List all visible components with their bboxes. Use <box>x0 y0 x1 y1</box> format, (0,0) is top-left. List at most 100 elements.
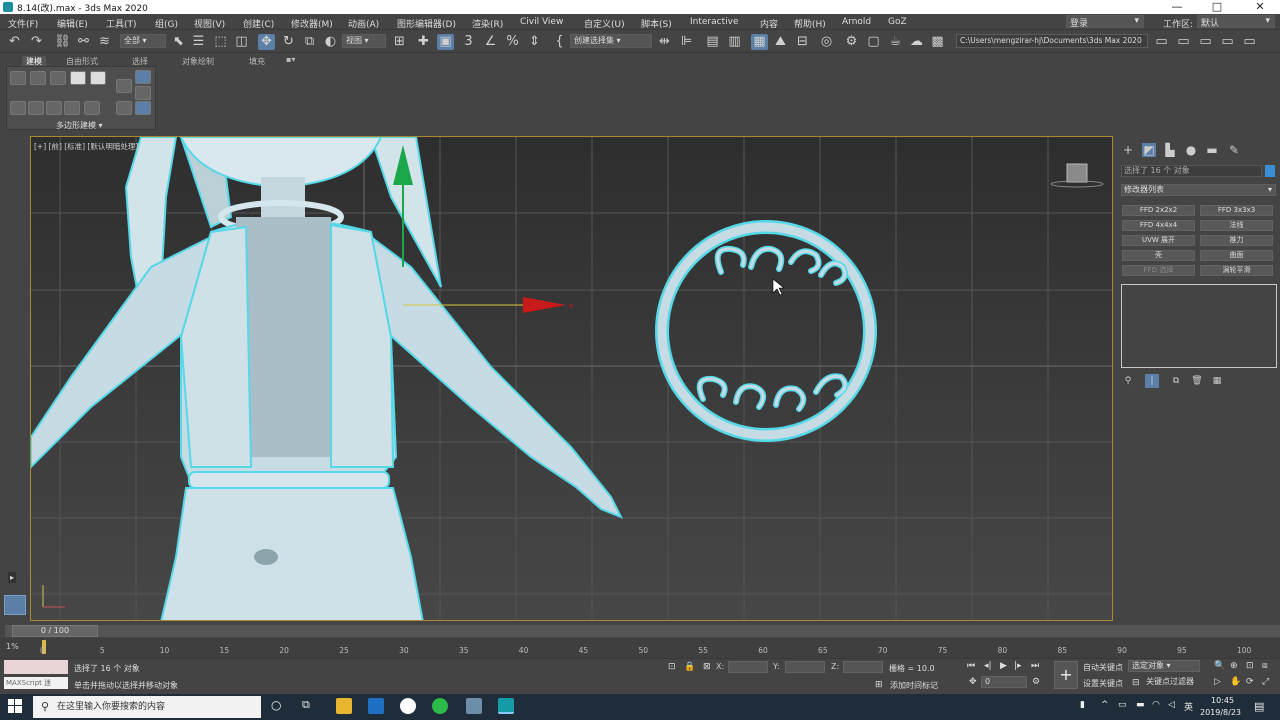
menu-scripting[interactable]: 脚本(S) <box>641 17 672 30</box>
time-config-icon[interactable]: ⚙ <box>1032 677 1040 687</box>
ribbon-tool-icon[interactable] <box>84 101 100 115</box>
unlink-icon[interactable]: ⚯ <box>75 34 92 50</box>
undo-icon[interactable]: ↶ <box>6 34 23 50</box>
menu-edit[interactable]: 编辑(E) <box>57 17 88 30</box>
edge-mode-icon[interactable] <box>30 71 46 85</box>
volume-icon[interactable]: ◁ <box>1168 700 1175 710</box>
utilities-tab-icon[interactable]: ✎ <box>1227 143 1241 157</box>
set-key-button[interactable]: + <box>1054 661 1078 689</box>
ribbon-tool-icon[interactable] <box>28 101 44 115</box>
key-filters-button[interactable]: 关键点过滤器 <box>1142 676 1200 688</box>
align-icon[interactable]: ⊫ <box>678 34 695 50</box>
render-iterative-icon[interactable]: ☁ <box>908 34 925 50</box>
layer-explorer-icon[interactable]: ▥ <box>726 34 743 50</box>
edit-named-selection-icon[interactable]: { <box>551 34 568 50</box>
scene-explorer-icon[interactable]: ▤ <box>704 34 721 50</box>
spinner-snap-icon[interactable]: ⇕ <box>526 34 543 50</box>
remove-modifier-icon[interactable]: 🗑 <box>1190 374 1204 388</box>
modifier-button[interactable]: FFD 2x2x2 <box>1122 205 1195 216</box>
menu-modifiers[interactable]: 修改器(M) <box>291 17 333 30</box>
select-and-scale-icon[interactable]: ⧉ <box>301 34 318 50</box>
tray-app-icon[interactable]: ▮ <box>1080 700 1085 710</box>
modifier-button[interactable]: 涡轮平滑 <box>1200 265 1273 276</box>
menu-content[interactable]: 内容 <box>760 17 778 30</box>
x-coordinate-field[interactable] <box>728 661 768 673</box>
menu-civil-view[interactable]: Civil View <box>520 17 563 27</box>
browser-icon[interactable] <box>400 698 416 714</box>
maxscript-listener-input[interactable] <box>4 660 68 674</box>
go-to-start-icon[interactable]: ⏮ <box>967 661 975 671</box>
keyboard-shortcut-override-icon[interactable]: ▣ <box>437 34 454 50</box>
ribbon-tool-icon[interactable] <box>116 101 132 115</box>
border-mode-icon[interactable] <box>50 71 66 85</box>
viewport-label[interactable]: [+] [前] [标准] [默认明暗处理] <box>34 141 138 152</box>
vertex-mode-icon[interactable] <box>10 71 26 85</box>
select-object-icon[interactable]: ⬉ <box>170 34 187 50</box>
ribbon-tool-icon[interactable] <box>135 101 151 115</box>
menu-arnold[interactable]: Arnold <box>842 17 871 27</box>
next-frame-icon[interactable]: |▸ <box>1014 661 1022 671</box>
modifier-button[interactable]: FFD 3x3x3 <box>1200 205 1273 216</box>
orbit-icon[interactable]: ⟳ <box>1246 677 1254 687</box>
zoom-extents-all-icon[interactable]: ⧈ <box>1262 661 1268 671</box>
hierarchy-tab-icon[interactable]: ▙ <box>1163 143 1177 157</box>
snap-toggle-icon[interactable]: 3 <box>460 34 477 50</box>
ribbon-tool-icon[interactable] <box>10 101 26 115</box>
redo-icon[interactable]: ↷ <box>28 34 45 50</box>
add-time-tag-button[interactable]: 添加时间标记 <box>890 680 938 691</box>
ribbon-tool-icon[interactable] <box>116 79 132 93</box>
archive-icon[interactable]: ▭ <box>1219 34 1236 50</box>
project-folder-path[interactable]: C:\Users\mengzirar-hj\Documents\3ds Max … <box>956 34 1148 48</box>
menu-view[interactable]: 视图(V) <box>194 17 225 30</box>
open-folder-icon[interactable]: ▭ <box>1175 34 1192 50</box>
menu-file[interactable]: 文件(F) <box>8 17 38 30</box>
notifications-icon[interactable]: ▤ <box>1254 700 1264 713</box>
workspace-dropdown[interactable]: 默认 ▾ <box>1197 15 1275 29</box>
menu-tools[interactable]: 工具(T) <box>106 17 137 30</box>
object-color-swatch[interactable] <box>1265 165 1275 177</box>
window-crossing-icon[interactable]: ◫ <box>233 34 250 50</box>
curve-editor-icon[interactable]: ⛰ <box>772 34 789 50</box>
polygon-mode-icon[interactable] <box>70 71 86 85</box>
select-and-move-icon[interactable]: ✥ <box>258 34 275 50</box>
3ds-max-taskbar-icon[interactable] <box>498 698 514 714</box>
zoom-all-icon[interactable]: ⊕ <box>1230 661 1238 671</box>
bind-space-warp-icon[interactable]: ≋ <box>96 34 113 50</box>
file-explorer-icon[interactable] <box>336 698 352 714</box>
ribbon-tab-populate[interactable]: 填充 <box>249 56 265 67</box>
wifi-icon[interactable]: ◠ <box>1152 700 1160 710</box>
network-icon[interactable]: ▭ <box>1118 700 1127 710</box>
select-by-name-icon[interactable]: ☰ <box>190 34 207 50</box>
modifier-button[interactable]: 法线 <box>1200 220 1273 231</box>
go-to-end-icon[interactable]: ⏭ <box>1031 661 1039 671</box>
clock-time[interactable]: 10:45 <box>1211 696 1234 705</box>
modify-tab-icon[interactable]: ◩ <box>1142 143 1156 157</box>
ribbon-tab-object-paint[interactable]: 对象绘制 <box>182 56 214 67</box>
ribbon-tool-icon[interactable] <box>46 101 62 115</box>
time-slider[interactable] <box>5 625 1280 637</box>
menu-graph-editors[interactable]: 图形编辑器(D) <box>397 17 456 30</box>
y-coordinate-field[interactable] <box>785 661 825 673</box>
menu-interactive[interactable]: Interactive <box>690 17 738 27</box>
pivot-center-icon[interactable]: ⊞ <box>391 34 408 50</box>
element-mode-icon[interactable] <box>90 71 106 85</box>
maximize-viewport-icon[interactable]: ⤢ <box>1262 677 1269 687</box>
maxscript-listener-label[interactable]: MAXScript 迷 <box>4 677 68 689</box>
menu-animation[interactable]: 动画(A) <box>348 17 379 30</box>
ribbon-toggle-icon[interactable]: ▦ <box>751 34 768 50</box>
percent-snap-icon[interactable]: % <box>504 34 521 50</box>
menu-goz[interactable]: GoZ <box>888 17 907 27</box>
select-and-rotate-icon[interactable]: ↻ <box>280 34 297 50</box>
ime-indicator[interactable]: 英 <box>1184 700 1193 713</box>
modifier-button[interactable]: 壳 <box>1122 250 1195 261</box>
menu-rendering[interactable]: 渲染(R) <box>472 17 503 30</box>
front-viewport[interactable]: x <box>30 136 1113 621</box>
zoom-extents-icon[interactable]: ⊡ <box>1246 661 1254 671</box>
absolute-mode-icon[interactable]: ⊠ <box>703 662 711 672</box>
taskbar-search-box[interactable]: 在这里输入你要搜索的内容 <box>33 696 261 718</box>
modifier-button[interactable]: UVW 展开 <box>1122 235 1195 246</box>
wechat-icon[interactable] <box>432 698 448 714</box>
render-in-cloud-icon[interactable]: ▩ <box>929 34 946 50</box>
make-unique-icon[interactable]: ⧉ <box>1169 374 1183 388</box>
menu-help[interactable]: 帮助(H) <box>794 17 826 30</box>
